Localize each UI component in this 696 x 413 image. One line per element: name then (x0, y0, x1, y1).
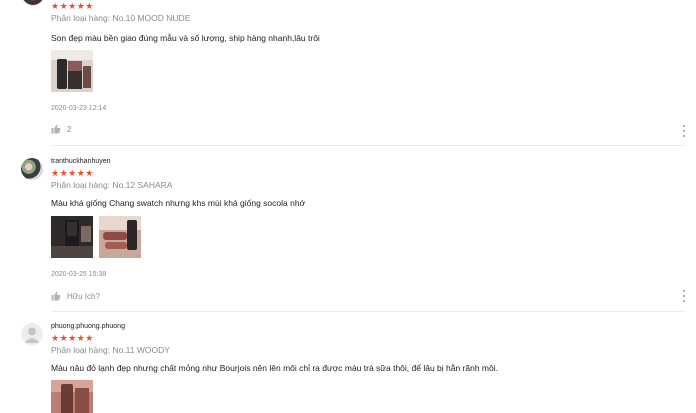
more-vertical-icon[interactable] (682, 290, 686, 302)
variation-label: Phân loại hàng: No.10 MOOD NUDE (51, 13, 191, 23)
product-photo-swatch (99, 216, 141, 258)
review-image[interactable] (99, 216, 141, 258)
variation-label: Phân loại hàng: No.11 WOODY (51, 345, 170, 355)
product-photo-lipstick (51, 380, 93, 413)
rating-stars: ★★★★★ (51, 168, 94, 178)
review-comment: Son đẹp màu bền giao đúng mẫu và số lượn… (51, 33, 320, 43)
product-photo-lipstick (51, 50, 93, 92)
reviewer-username[interactable]: tranthuckhanhuyen (51, 158, 111, 165)
user-avatar[interactable] (21, 323, 43, 345)
review-comment: Màu khá giống Chang swatch nhưng khs mùi… (51, 198, 306, 208)
like-button[interactable]: 2 (51, 124, 71, 134)
review-comment: Màu nâu đỏ lạnh đẹp nhưng chất mỏng như … (51, 363, 498, 373)
more-vertical-icon[interactable] (682, 125, 686, 137)
product-photo-lipstick (51, 216, 93, 258)
user-avatar[interactable] (21, 0, 45, 6)
rating-stars: ★★★★★ (51, 1, 94, 11)
rating-stars: ★★★★★ (51, 333, 94, 343)
review-image[interactable] (51, 50, 93, 92)
review-item: tranthuckhanhuyen ★★★★★ Phân loại hàng: … (0, 148, 696, 312)
user-avatar[interactable] (21, 158, 43, 180)
like-count: 2 (67, 124, 72, 134)
review-image[interactable] (51, 216, 93, 258)
product-reviews-list: ★★★★★ Phân loại hàng: No.10 MOOD NUDE So… (0, 0, 696, 413)
review-image[interactable] (51, 380, 93, 413)
reviewer-username[interactable]: phuong.phuong.phuong (51, 323, 125, 330)
thumbs-up-icon (51, 124, 61, 134)
thumbs-up-icon (51, 291, 61, 301)
variation-label: Phân loại hàng: No.12 SAHARA (51, 180, 173, 190)
review-timestamp: 2020-03-23 12:14 (51, 105, 107, 112)
default-user-icon (24, 327, 40, 343)
review-divider (51, 145, 686, 146)
review-timestamp: 2020-03-25 15:38 (51, 271, 107, 278)
helpful-button[interactable]: Hữu ích? (51, 291, 100, 301)
review-divider (51, 311, 686, 312)
review-item: phuong.phuong.phuong ★★★★★ Phân loại hàn… (0, 313, 696, 413)
helpful-label: Hữu ích? (67, 291, 100, 301)
review-item: ★★★★★ Phân loại hàng: No.10 MOOD NUDE So… (0, 0, 696, 146)
